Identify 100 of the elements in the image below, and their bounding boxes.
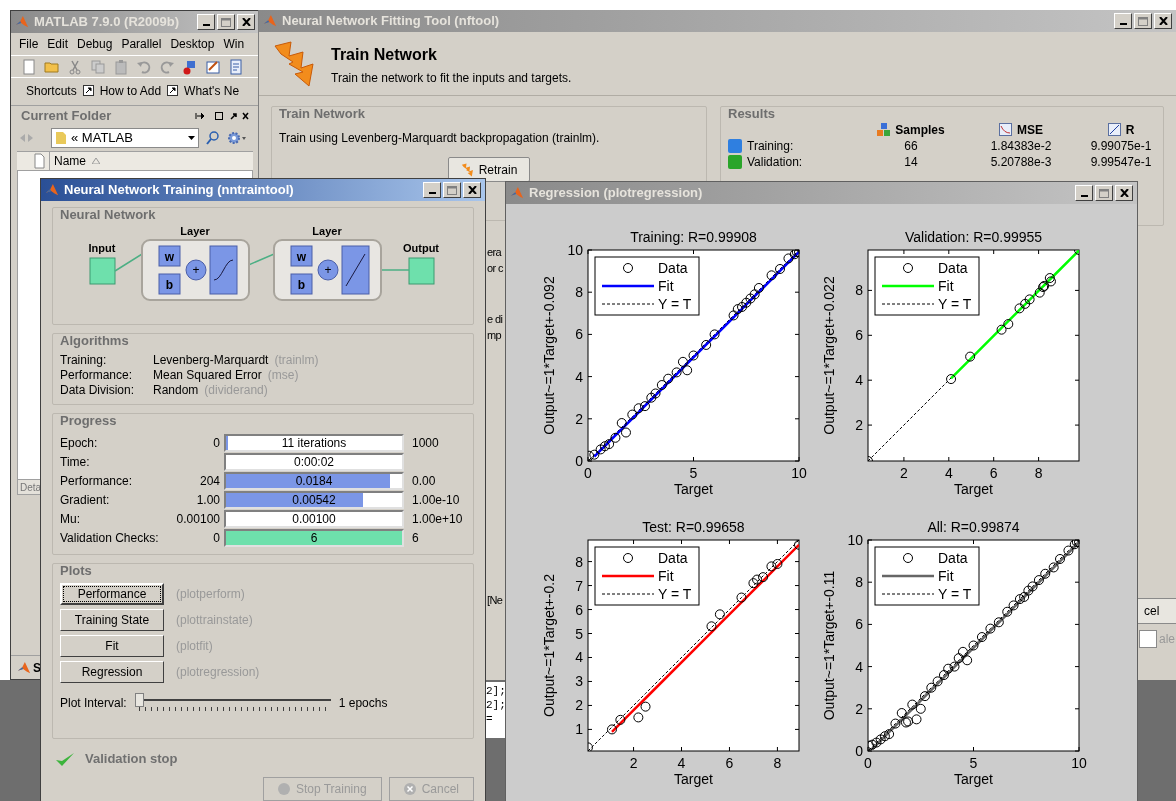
tick-label: 8	[855, 574, 863, 591]
menu-item[interactable]: Edit	[47, 35, 69, 53]
menu-item[interactable]: Win	[223, 35, 245, 53]
weight-label: w	[164, 250, 175, 264]
tick-label: 2	[900, 465, 908, 481]
row-label: Validation:	[747, 155, 803, 169]
panel-title: Current Folder	[21, 106, 113, 125]
legend-label: Data	[658, 550, 688, 566]
function-name: (plotfit)	[176, 638, 213, 655]
layer-label: Layer	[312, 225, 342, 237]
tick-label: 4	[944, 465, 953, 481]
shortcut-link[interactable]: Shortcuts	[26, 81, 77, 100]
end-value: 1.00e+10	[411, 511, 464, 528]
tick-label: 2	[575, 410, 583, 427]
plot-button[interactable]: Training State	[60, 609, 164, 631]
field-label: Training:	[60, 353, 108, 368]
weight-label: w	[296, 250, 307, 264]
legend-label: Fit	[658, 568, 674, 584]
tick-label: 8	[773, 755, 782, 771]
retrain-button[interactable]: Retrain	[447, 157, 531, 182]
window-title: Neural Network Training (nntraintool)	[64, 181, 295, 200]
function-name: (plottrainstate)	[176, 612, 253, 629]
menu-item[interactable]: Parallel	[121, 35, 162, 53]
shortcut-link[interactable]: How to Add	[99, 81, 162, 100]
axis-label: Target	[954, 481, 993, 497]
tick-label: 6	[575, 326, 583, 343]
group-title: Results	[728, 105, 776, 123]
plot-button[interactable]: Performance	[60, 583, 164, 605]
progress-value: 0.0184	[295, 473, 333, 490]
field-label: Gradient:	[60, 492, 111, 509]
function-name: (trainlm)	[274, 353, 319, 368]
legend-label: Y = T	[938, 586, 972, 602]
table-cell-text: 14	[903, 155, 919, 169]
field-label: Time:	[60, 454, 91, 471]
start-value: 0	[212, 435, 220, 452]
field-label: Data Division:	[60, 383, 136, 398]
cancel-button[interactable]: cel	[1137, 598, 1176, 624]
shortcut-link[interactable]: What's Ne	[184, 81, 240, 100]
end-value: 1000	[411, 435, 440, 452]
field-label: Plot Interval:	[60, 695, 127, 712]
text-fragment: or c	[487, 261, 503, 276]
axis-label: Target	[674, 771, 713, 787]
output-label: Output	[403, 242, 439, 254]
tick-label: 0	[864, 755, 872, 771]
legend-label: Y = T	[658, 296, 692, 312]
input-label: Input	[88, 242, 116, 254]
tick-label: 2	[855, 417, 863, 434]
plot-button[interactable]: Regression	[60, 661, 164, 683]
plot-title: Validation: R=0.99955	[904, 229, 1043, 245]
code-line: =	[486, 712, 494, 726]
axis-label: Target	[674, 481, 713, 497]
start-value: 1.00	[195, 492, 220, 509]
table-cell-text: 9.99075e-1	[1089, 139, 1153, 153]
menu-item[interactable]: File	[19, 35, 39, 53]
tick-label: 4	[575, 649, 583, 666]
legend-label: Fit	[658, 278, 674, 294]
progress-value: 0.00100	[292, 511, 336, 528]
sum-label: +	[324, 263, 332, 277]
tick-label: 5	[689, 465, 698, 481]
text-fragment: era	[487, 245, 502, 260]
code-line: 2];	[486, 698, 505, 712]
plot-button[interactable]: Fit	[60, 635, 164, 657]
tick-label: 6	[989, 465, 998, 481]
function-name: (mse)	[267, 368, 299, 383]
progress-value: 6	[310, 530, 318, 547]
plot-title: All: R=0.99874	[927, 519, 1020, 535]
window-title: Regression (plotregression)	[529, 184, 704, 203]
tick-label: 8	[575, 553, 583, 570]
path-combobox[interactable]: « MATLAB	[51, 128, 199, 148]
group-title: Progress	[60, 412, 118, 430]
page-subheading: Train the network to fit the inputs and targets.	[331, 70, 572, 87]
legend-label: Y = T	[938, 296, 972, 312]
column-header[interactable]: Name	[49, 152, 86, 170]
axis-label: Target	[954, 771, 993, 787]
legend-label: Data	[938, 260, 968, 276]
menu-item[interactable]: Debug	[77, 35, 113, 53]
sum-label: +	[192, 263, 200, 277]
tick-label: 10	[1071, 755, 1087, 771]
start-value: 204	[198, 473, 220, 490]
tick-label: 6	[855, 327, 863, 344]
column-header: MSE	[1017, 123, 1043, 137]
menu-item[interactable]: Desktop	[170, 35, 215, 53]
tick-label: 0	[575, 453, 583, 469]
group-title: Train Network	[279, 105, 366, 123]
text-fragment: ale	[1159, 631, 1175, 648]
text-fragment: [Ne	[487, 593, 503, 608]
text-fragment: e di	[487, 312, 503, 327]
axis-label: Output~=1*Target+-0.2	[541, 574, 557, 717]
field-label: Validation Checks:	[60, 530, 160, 547]
axis-label: Output~=1*Target+-0.11	[821, 570, 837, 721]
tick-label: 10	[847, 532, 863, 548]
group-title: Plots	[60, 562, 93, 580]
tick-label: 6	[575, 601, 583, 618]
legend-label: Data	[938, 550, 968, 566]
start-value: 0	[212, 530, 220, 547]
page-heading: Train Network	[331, 45, 438, 65]
description-text: Train using Levenberg-Marquardt backpropagation (trainlm).	[279, 130, 601, 147]
tick-label: 2	[855, 700, 863, 717]
progress-value: 0:00:02	[293, 454, 334, 471]
tick-label: 8	[1034, 465, 1043, 481]
